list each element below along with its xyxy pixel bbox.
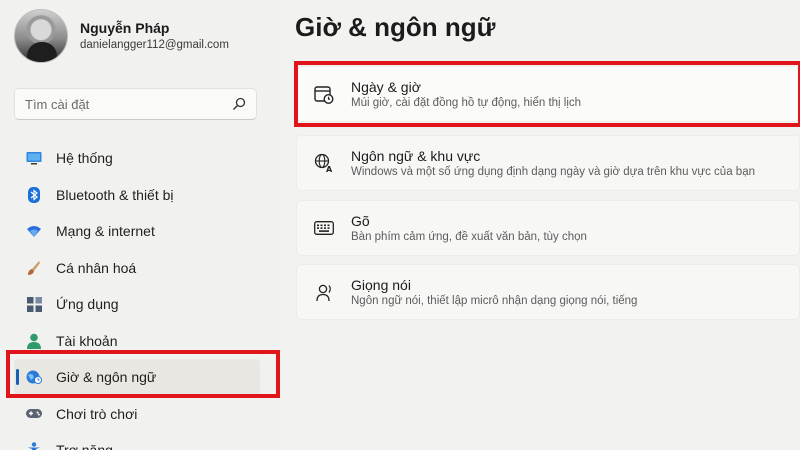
- sidebar-item-accounts[interactable]: Tài khoản: [14, 323, 260, 359]
- globe-clock-icon: [26, 369, 42, 385]
- language-globe-icon: A: [313, 152, 335, 174]
- card-description: Windows và một số ứng dụng định dạng ngà…: [351, 165, 755, 178]
- sidebar-item-label: Cá nhân hoá: [56, 259, 137, 276]
- sidebar-item-bluetooth[interactable]: Bluetooth & thiết bị: [14, 177, 260, 213]
- apps-icon: [26, 296, 42, 312]
- page-title: Giờ & ngôn ngữ: [295, 12, 496, 42]
- sidebar-item-label: Mạng & internet: [56, 223, 155, 239]
- card-title: Gõ: [351, 212, 370, 229]
- sidebar-item-label: Ứng dụng: [56, 296, 119, 312]
- card-text: Giọng nói Ngôn ngữ nói, thiết lập micrô …: [351, 276, 637, 309]
- sidebar-item-personalization[interactable]: Cá nhân hoá: [14, 250, 260, 286]
- gamepad-icon: [26, 406, 42, 422]
- sidebar-item-time-language[interactable]: Giờ & ngôn ngữ: [14, 359, 260, 395]
- card-description: Ngôn ngữ nói, thiết lập micrô nhận dạng …: [351, 294, 638, 307]
- person-icon: [26, 333, 42, 349]
- bluetooth-icon: [26, 186, 42, 203]
- card-title: Ngôn ngữ & khu vực: [351, 147, 481, 164]
- sidebar-item-label: Hệ thống: [56, 150, 113, 166]
- sidebar-item-label: Giờ & ngôn ngữ: [56, 369, 157, 385]
- search-icon[interactable]: [232, 97, 246, 111]
- profile-name: Nguyễn Pháp: [80, 20, 170, 36]
- card-speech[interactable]: Giọng nói Ngôn ngữ nói, thiết lập micrô …: [296, 264, 800, 320]
- calendar-clock-icon: [313, 83, 335, 105]
- sidebar-item-label: Tài khoản: [56, 332, 118, 349]
- profile-email: danielangger112@gmail.com: [80, 39, 229, 51]
- card-title: Giọng nói: [351, 276, 411, 293]
- card-title: Ngày & giờ: [351, 78, 421, 95]
- sidebar-item-accessibility[interactable]: Trợ năng: [14, 432, 260, 450]
- search-input[interactable]: [25, 96, 232, 112]
- monitor-icon: [26, 150, 42, 166]
- speech-icon: [313, 281, 335, 303]
- card-description: Bàn phím cảm ứng, đề xuất văn bản, tùy c…: [351, 230, 587, 243]
- sidebar-item-system[interactable]: Hệ thống: [14, 140, 260, 176]
- card-text: Ngôn ngữ & khu vực Windows và một số ứng…: [351, 147, 755, 180]
- card-language-region[interactable]: A Ngôn ngữ & khu vực Windows và một số ứ…: [296, 135, 800, 191]
- card-typing[interactable]: Gõ Bàn phím cảm ứng, đề xuất văn bản, tù…: [296, 200, 800, 256]
- keyboard-icon: [313, 217, 335, 239]
- sidebar-item-label: Chơi trò chơi: [56, 405, 138, 422]
- card-date-time[interactable]: Ngày & giờ Múi giờ, cài đặt đồng hồ tự đ…: [296, 66, 800, 122]
- sidebar-nav: Hệ thống Bluetooth & thiết bị Mạng & int…: [14, 140, 260, 450]
- card-text: Ngày & giờ Múi giờ, cài đặt đồng hồ tự đ…: [351, 78, 581, 111]
- card-description: Múi giờ, cài đặt đồng hồ tự động, hiển t…: [351, 96, 582, 109]
- sidebar: Nguyễn Pháp danielangger112@gmail.com Hệ…: [0, 0, 282, 450]
- sidebar-item-gaming[interactable]: Chơi trò chơi: [14, 396, 260, 432]
- sidebar-item-network[interactable]: Mạng & internet: [14, 213, 260, 249]
- sidebar-item-label: Bluetooth & thiết bị: [56, 186, 174, 203]
- sidebar-item-label: Trợ năng: [56, 442, 113, 450]
- profile-text: Nguyễn Pháp danielangger112@gmail.com: [80, 19, 229, 53]
- svg-text:A: A: [326, 165, 333, 173]
- wifi-icon: [26, 223, 42, 239]
- brush-icon: [26, 260, 42, 276]
- search-box[interactable]: [14, 88, 257, 120]
- user-profile[interactable]: Nguyễn Pháp danielangger112@gmail.com: [14, 9, 229, 63]
- sidebar-item-apps[interactable]: Ứng dụng: [14, 286, 260, 322]
- avatar[interactable]: [14, 9, 68, 63]
- accessibility-icon: [26, 442, 42, 450]
- card-text: Gõ Bàn phím cảm ứng, đề xuất văn bản, tù…: [351, 212, 587, 245]
- main-content: Giờ & ngôn ngữ Ngày & giờ Múi giờ, cài đ…: [282, 0, 800, 450]
